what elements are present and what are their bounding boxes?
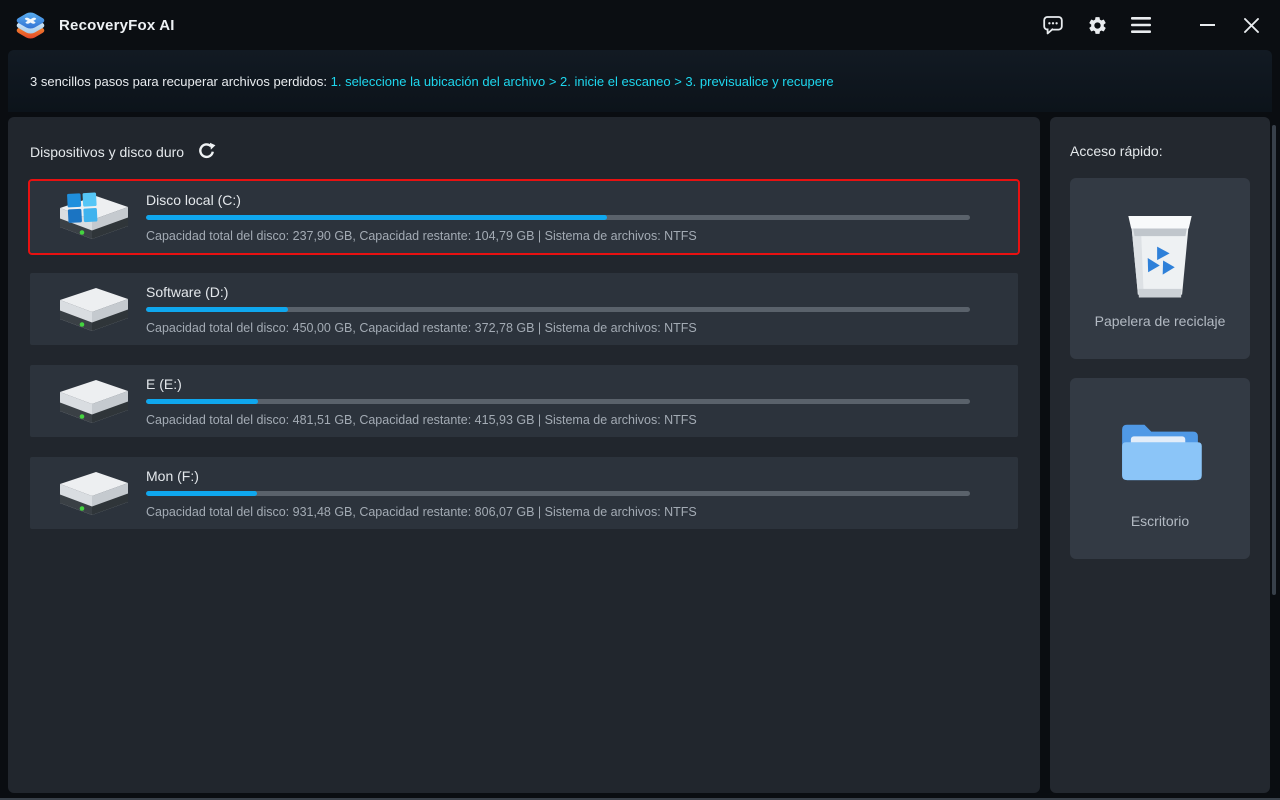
desktop-folder-icon [1118, 378, 1202, 513]
capacity-bar-fill [146, 490, 258, 496]
quick-access-panel: Acceso rápido: Papelera de reciclaje Esc… [1050, 117, 1270, 793]
drive-row[interactable]: E (E:) Capacidad total del disco: 481,51… [28, 363, 1020, 439]
drive-name: Mon (F:) [146, 467, 199, 484]
quick-access-label: Escritorio [1130, 513, 1190, 529]
drive-name: Software (D:) [146, 283, 229, 300]
hard-drive-icon [52, 467, 132, 519]
recycle-bin-icon [1112, 178, 1208, 313]
steps-bar: 3 sencillos pasos para recuperar archivo… [8, 50, 1272, 112]
capacity-bar-fill [146, 214, 608, 220]
drive-info: Disco local (C:) Capacidad total del dis… [146, 192, 1018, 243]
drive-row[interactable]: Disco local (C:) Capacidad total del dis… [28, 179, 1020, 255]
app-logo-icon [13, 7, 49, 43]
hard-drive-icon [52, 375, 132, 427]
quick-access-desktop[interactable]: Escritorio [1070, 378, 1250, 559]
quick-access-label: Papelera de reciclaje [1094, 313, 1226, 329]
drive-row[interactable]: Mon (F:) Capacidad total del disco: 931,… [28, 455, 1020, 531]
drive-details: Capacidad total del disco: 450,00 GB, Ca… [146, 320, 697, 335]
drive-row[interactable]: Software (D:) Capacidad total del disco:… [28, 271, 1020, 347]
capacity-bar [146, 398, 970, 404]
message-feedback-icon[interactable] [1042, 14, 1064, 36]
capacity-bar [146, 306, 970, 312]
quick-access-recycle-bin[interactable]: Papelera de reciclaje [1070, 178, 1250, 359]
refresh-icon[interactable] [197, 142, 216, 161]
title-bar: RecoveryFox AI [0, 0, 1280, 50]
close-button[interactable] [1240, 14, 1262, 36]
quick-access-title: Acceso rápido: [1070, 143, 1163, 159]
steps-text: 3 sencillos pasos para recuperar archivo… [30, 74, 834, 89]
minimize-button[interactable] [1196, 14, 1218, 36]
steps-prefix: 3 sencillos pasos para recuperar archivo… [30, 73, 331, 89]
hamburger-menu-icon[interactable] [1130, 14, 1152, 36]
drive-list: Disco local (C:) Capacidad total del dis… [28, 179, 1020, 531]
capacity-bar-fill [146, 398, 259, 404]
app-title: RecoveryFox AI [59, 16, 175, 34]
capacity-bar [146, 490, 970, 496]
capacity-bar [146, 214, 970, 220]
drive-info: E (E:) Capacidad total del disco: 481,51… [146, 376, 1018, 427]
drive-name: E (E:) [146, 375, 182, 392]
steps-highlight: 1. seleccione la ubicación del archivo >… [330, 73, 834, 89]
app-window: RecoveryFox AI 3 sencillos pasos para re… [0, 0, 1280, 800]
capacity-bar-fill [146, 306, 288, 312]
hard-drive-icon [52, 191, 132, 243]
drive-details: Capacidad total del disco: 237,90 GB, Ca… [146, 228, 697, 243]
drive-info: Software (D:) Capacidad total del disco:… [146, 284, 1018, 335]
settings-gear-icon[interactable] [1086, 14, 1108, 36]
drive-details: Capacidad total del disco: 481,51 GB, Ca… [146, 412, 697, 427]
devices-panel: Dispositivos y disco duro Disco local (C… [8, 117, 1040, 793]
hard-drive-icon [52, 283, 132, 335]
drive-name: Disco local (C:) [146, 191, 241, 208]
drive-info: Mon (F:) Capacidad total del disco: 931,… [146, 468, 1018, 519]
section-title: Dispositivos y disco duro [30, 143, 185, 160]
drive-details: Capacidad total del disco: 931,48 GB, Ca… [146, 504, 697, 519]
scrollbar-thumb[interactable] [1272, 125, 1276, 595]
